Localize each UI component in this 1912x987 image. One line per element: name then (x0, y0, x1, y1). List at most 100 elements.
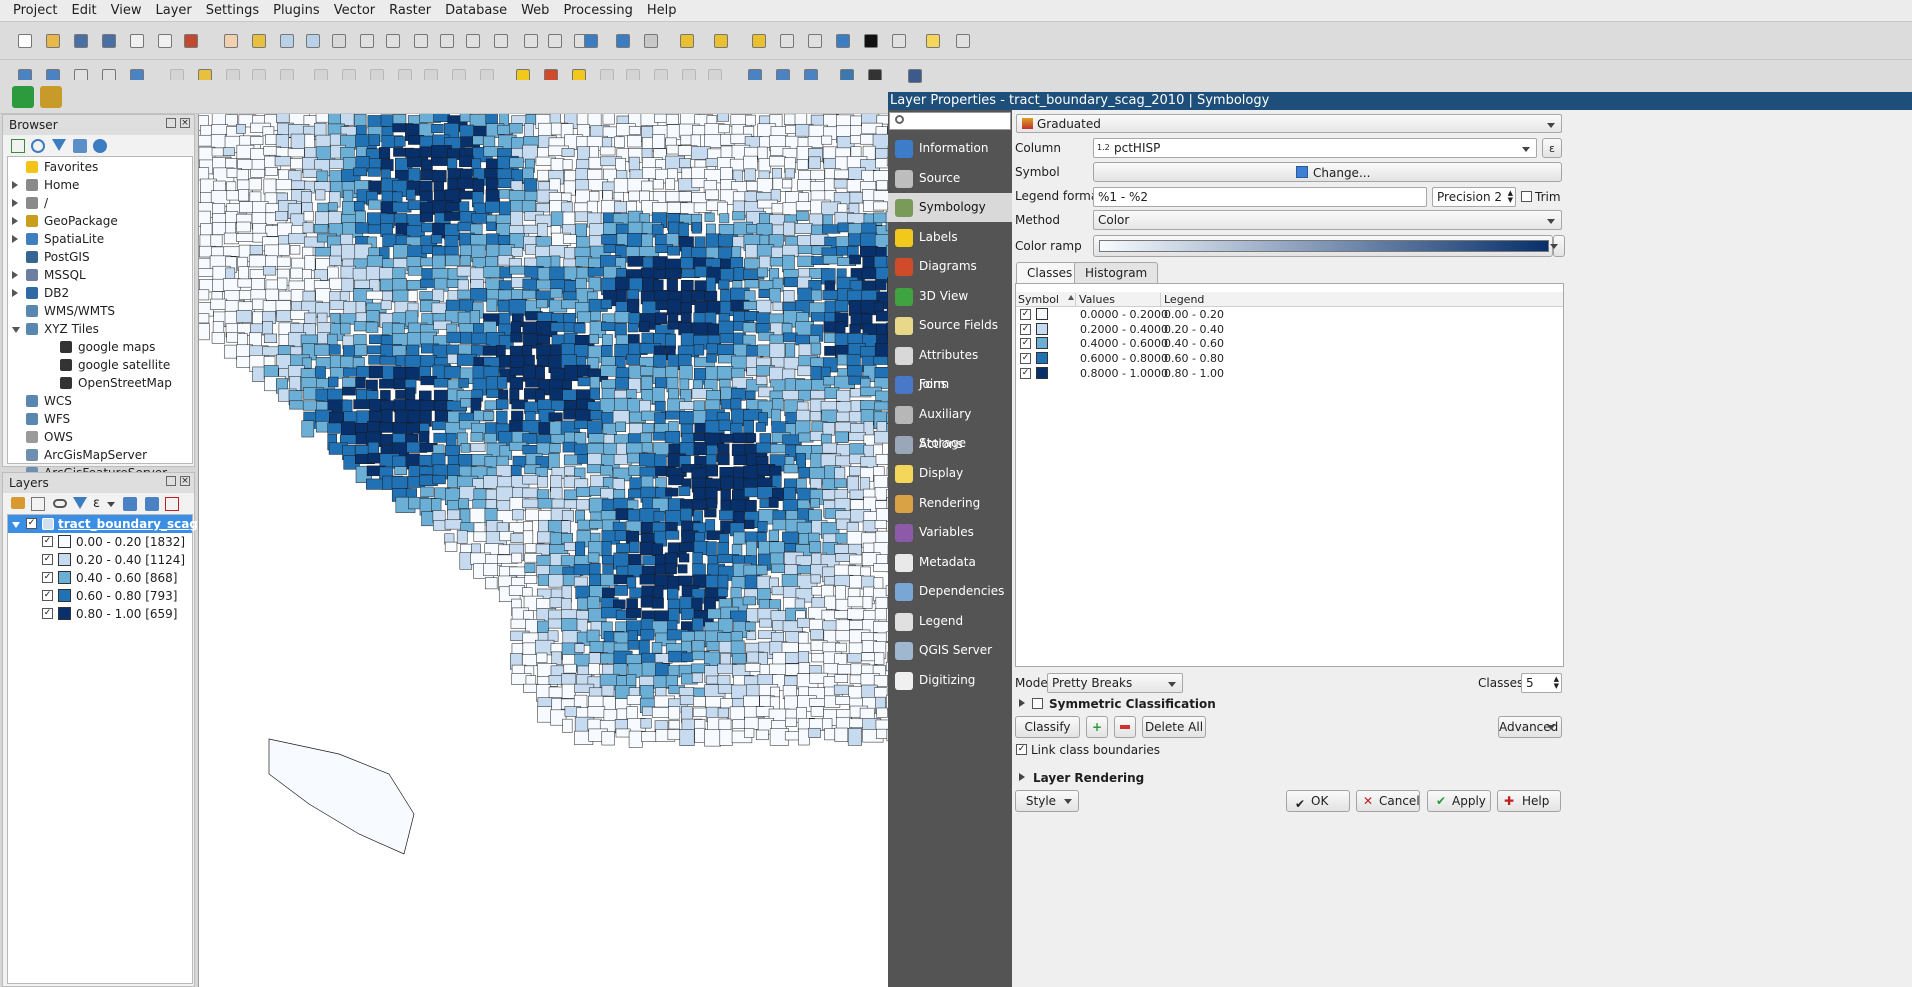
remove-class-button[interactable] (1114, 716, 1136, 738)
expand-arrow-icon[interactable] (12, 199, 18, 207)
spin-arrows-icon[interactable]: ▲ ▼ (1508, 190, 1513, 204)
expand-all-icon[interactable] (123, 497, 137, 511)
sidebar-item-dependencies[interactable]: Dependencies (888, 577, 1012, 606)
symmetric-classification-checkbox[interactable] (1032, 698, 1043, 709)
sidebar-item-rendering[interactable]: Rendering (888, 489, 1012, 518)
browser-item[interactable]: PostGIS (8, 248, 192, 266)
layer-row[interactable]: ✓ tract_boundary_scag ... (8, 515, 216, 533)
class-visibility-checkbox[interactable]: ✓ (42, 536, 53, 547)
zoom-to-selection-icon[interactable] (382, 30, 404, 52)
refresh-icon[interactable] (580, 30, 602, 52)
advanced-button[interactable]: Advanced (1498, 716, 1562, 738)
zoom-next-icon[interactable] (490, 30, 512, 52)
browser-item[interactable]: OWS (8, 428, 192, 446)
expand-symmetric-arrow-icon[interactable] (1019, 699, 1025, 707)
census-tracts[interactable] (199, 114, 889, 748)
browser-item[interactable]: Favorites (8, 158, 192, 176)
class-symbol-swatch[interactable] (1036, 308, 1048, 320)
class-visibility-checkbox[interactable]: ✓ (42, 554, 53, 565)
class-visibility-checkbox[interactable]: ✓ (42, 608, 53, 619)
menu-edit[interactable]: Edit (64, 0, 103, 22)
class-row[interactable]: ✓ 0.6000 - 0.8000 0.60 - 0.80 (1016, 351, 1564, 366)
menu-settings[interactable]: Settings (199, 0, 266, 22)
open-layer-styling-icon[interactable] (11, 497, 25, 509)
sidebar-item-joins[interactable]: Joins (888, 370, 1012, 399)
select-value-icon[interactable] (710, 30, 732, 52)
new-project-icon[interactable] (14, 30, 36, 52)
float-panel-icon[interactable] (166, 476, 176, 486)
menu-database[interactable]: Database (438, 0, 514, 22)
sidebar-item-display[interactable]: Display (888, 459, 1012, 488)
class-legend[interactable]: 0.00 - 0.20 (1164, 307, 1224, 322)
expand-arrow-icon[interactable] (12, 217, 18, 225)
float-panel-icon[interactable] (166, 118, 176, 128)
collapse-all-icon[interactable] (73, 139, 87, 153)
class-legend[interactable]: 0.80 - 1.00 (1164, 366, 1224, 381)
zoom-native-icon[interactable] (436, 30, 458, 52)
legend-class-row[interactable]: ✓ 0.40 - 0.60 [868] (8, 569, 192, 587)
sidebar-item-qgis-server[interactable]: QGIS Server (888, 636, 1012, 665)
browser-item[interactable]: SpatiaLite (8, 230, 192, 248)
browser-item[interactable]: WMS/WMTS (8, 302, 192, 320)
class-symbol-swatch[interactable] (1036, 352, 1048, 365)
collapse-all-icon[interactable] (145, 497, 159, 511)
sidebar-item-auxiliary-storage[interactable]: Auxiliary Storage (888, 400, 1012, 450)
color-ramp-dropdown[interactable] (1550, 235, 1565, 257)
method-select[interactable]: Color (1093, 210, 1562, 230)
legend-class-row[interactable]: ✓ 0.80 - 1.00 [659] (8, 605, 192, 623)
sidebar-item-metadata[interactable]: Metadata (888, 548, 1012, 577)
layer-rendering-label[interactable]: Layer Rendering (1033, 770, 1144, 786)
menu-help[interactable]: Help (640, 0, 684, 22)
expand-arrow-icon[interactable] (12, 522, 20, 532)
expression-epsilon-button[interactable]: ε (1542, 138, 1562, 158)
class-visibility-checkbox[interactable]: ✓ (42, 572, 53, 583)
expand-layer-rendering-arrow-icon[interactable] (1019, 773, 1025, 781)
new-3d-view-icon[interactable] (544, 30, 566, 52)
choropleth-map[interactable] (199, 114, 889, 987)
class-row[interactable]: ✓ 0.8000 - 1.0000 0.80 - 1.00 (1016, 366, 1564, 381)
menu-project[interactable]: Project (6, 0, 64, 22)
browser-item[interactable]: OpenStreetMap (8, 374, 192, 392)
menu-layer[interactable]: Layer (149, 0, 199, 22)
pan-hand-icon[interactable] (220, 30, 242, 52)
menu-raster[interactable]: Raster (382, 0, 438, 22)
save-as-icon[interactable] (98, 30, 120, 52)
sidebar-item-source-fields[interactable]: Source Fields (888, 311, 1012, 340)
sidebar-item-symbology[interactable]: Symbology (888, 193, 1012, 223)
class-values[interactable]: 0.6000 - 0.8000 (1080, 351, 1168, 366)
map-tips-icon[interactable] (922, 30, 944, 52)
style-manager-icon[interactable] (180, 30, 202, 52)
header-symbol[interactable]: Symbol (1018, 292, 1059, 307)
browser-item[interactable]: / (8, 194, 192, 212)
text-annotation-icon[interactable] (952, 30, 974, 52)
color-ramp-button[interactable] (1093, 235, 1553, 257)
menu-processing[interactable]: Processing (556, 0, 639, 22)
sidebar-item-attributes-form[interactable]: Attributes Form (888, 341, 1012, 391)
refresh-icon[interactable] (31, 139, 45, 153)
identify-icon[interactable] (612, 30, 634, 52)
sidebar-item-legend[interactable]: Legend (888, 607, 1012, 636)
add-selected-layers-icon[interactable] (11, 139, 25, 153)
sum-sigma-icon[interactable] (860, 30, 882, 52)
class-values[interactable]: 0.2000 - 0.4000 (1080, 322, 1168, 337)
properties-info-icon[interactable] (93, 139, 107, 153)
zoom-in-icon[interactable] (276, 30, 298, 52)
sidebar-item-diagrams[interactable]: Diagrams (888, 252, 1012, 281)
measure-icon[interactable] (888, 30, 910, 52)
menu-view[interactable]: View (104, 0, 149, 22)
apply-button[interactable]: ✔ Apply (1427, 790, 1491, 812)
chevron-down-icon[interactable] (107, 502, 115, 507)
browser-item[interactable]: WCS (8, 392, 192, 410)
browser-item[interactable]: ArcGisMapServer (8, 446, 192, 464)
browser-item[interactable]: XYZ Tiles (8, 320, 192, 338)
close-panel-icon[interactable]: × (180, 476, 190, 486)
open-project-icon[interactable] (42, 30, 64, 52)
delete-all-button[interactable]: Delete All (1142, 716, 1206, 738)
add-class-button[interactable]: + (1086, 716, 1108, 738)
zoom-to-layer-icon[interactable] (410, 30, 432, 52)
sidebar-item-information[interactable]: Information (888, 134, 1012, 163)
legend-class-row[interactable]: ✓ 0.60 - 0.80 [793] (8, 587, 192, 605)
zoom-out-icon[interactable] (302, 30, 324, 52)
zoom-rubberband-icon[interactable] (328, 30, 350, 52)
sidebar-item-variables[interactable]: Variables (888, 518, 1012, 547)
